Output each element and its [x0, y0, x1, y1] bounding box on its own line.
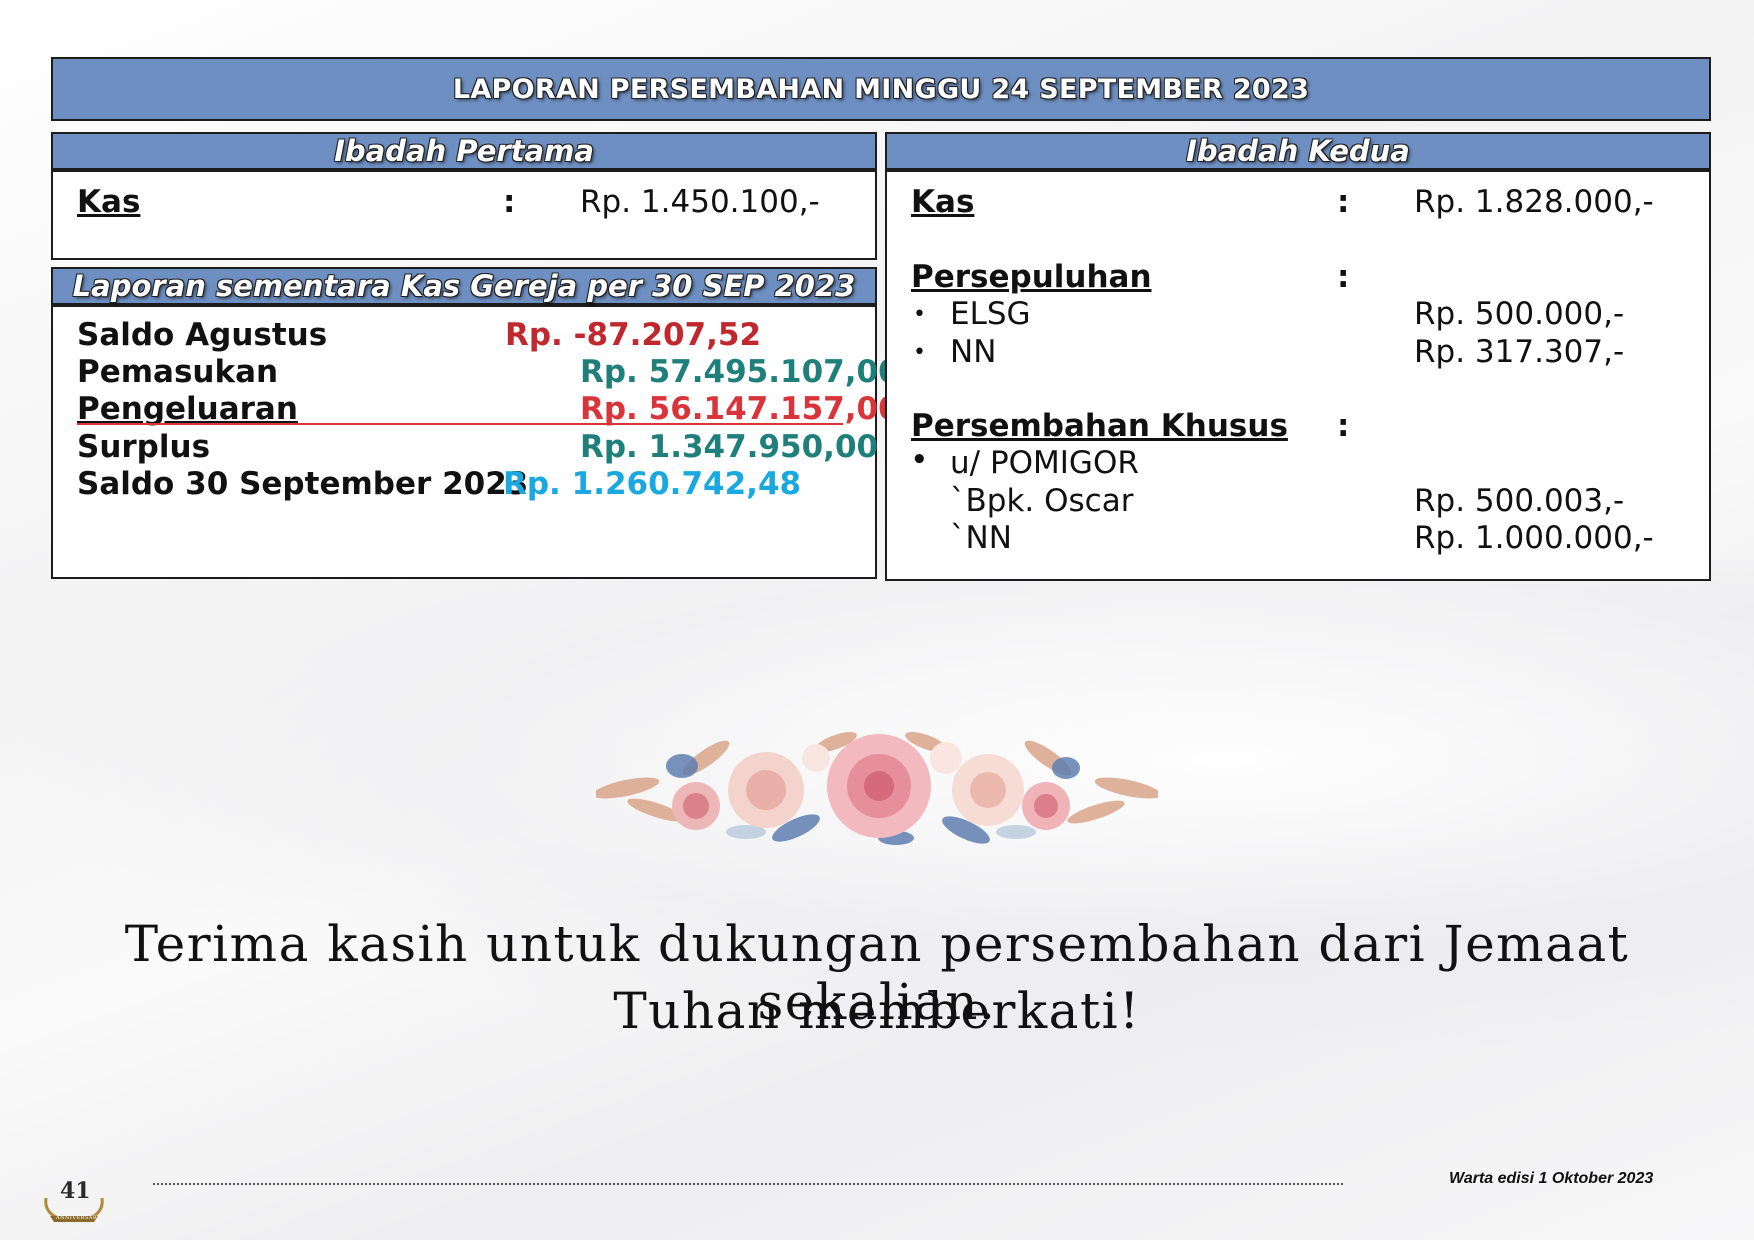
pengeluaran-label: Pengeluaran	[77, 391, 298, 427]
pemasukan-value: Rp. 57.495.107,00	[580, 354, 900, 390]
persepuluhan-label: Persepuluhan	[911, 259, 1152, 295]
saldo-agustus-value: Rp. -87.207,52	[505, 317, 762, 353]
ibadah-kedua-kas-colon: :	[1337, 184, 1350, 220]
ibadah-pertama-kas-colon: :	[503, 184, 516, 220]
pomigor-label: u/ POMIGOR	[950, 445, 1139, 481]
report-title-bar: LAPORAN PERSEMBAHAN MINGGU 24 SEPTEMBER …	[51, 57, 1711, 121]
ibadah-kedua-kas-label: Kas	[911, 184, 975, 220]
persepuluhan-bullet: •	[913, 340, 926, 365]
persepuluhan-colon: :	[1337, 259, 1350, 295]
subtotal-divider	[77, 423, 843, 425]
persembahan-khusus-label: Persembahan Khusus	[911, 408, 1288, 444]
ibadah-kedua-title: Ibadah Kedua	[1186, 134, 1410, 168]
kas-gereja-title: Laporan sementara Kas Gereja per 30 SEP …	[72, 269, 856, 303]
kas-gereja-header: Laporan sementara Kas Gereja per 30 SEP …	[51, 267, 877, 307]
persepuluhan-item-value: Rp. 500.000,-	[1414, 296, 1625, 332]
report-title: LAPORAN PERSEMBAHAN MINGGU 24 SEPTEMBER …	[452, 73, 1310, 105]
saldo-september-value: Rp. 1.260.742,48	[503, 466, 802, 502]
saldo-september-label: Saldo 30 September 2023	[77, 466, 529, 502]
persepuluhan-item-value: Rp. 317.307,-	[1414, 334, 1625, 370]
thanks-line-2: Tuhan memberkati!	[613, 982, 1141, 1040]
surplus-label: Surplus	[77, 429, 211, 465]
persembahan-khusus-colon: :	[1337, 408, 1350, 444]
kas-gereja-box: Saldo Agustus Rp. -87.207,52 Pemasukan R…	[51, 307, 900, 579]
pengeluaran-value: Rp. 56.147.157,00	[580, 391, 900, 427]
surplus-value: Rp. 1.347.950,00	[580, 429, 879, 465]
persepuluhan-item-name: ELSG	[950, 296, 1031, 332]
logo-text: ANNIVERSARY	[56, 1215, 101, 1221]
saldo-agustus-label: Saldo Agustus	[77, 317, 328, 353]
ibadah-kedua-box: Kas : Rp. 1.828.000,- Persepuluhan : • E…	[885, 172, 1711, 581]
ibadah-kedua-kas-value: Rp. 1.828.000,-	[1414, 184, 1654, 220]
khusus-item-name: `NN	[950, 520, 1012, 556]
flower-garland-image	[596, 732, 1158, 845]
ibadah-pertama-box: Kas : Rp. 1.450.100,-	[51, 172, 877, 260]
persepuluhan-item-name: NN	[950, 334, 997, 370]
ibadah-pertama-kas-label: Kas	[77, 184, 141, 220]
footer-dotted-line	[153, 1183, 1343, 1185]
footer-edition: Warta edisi 1 Oktober 2023	[1449, 1170, 1654, 1187]
persepuluhan-bullet: •	[913, 302, 926, 327]
anniversary-logo: 41 ANNIVERSARY	[40, 1178, 108, 1224]
ibadah-pertama-kas-value: Rp. 1.450.100,-	[580, 184, 820, 220]
khusus-item-value: Rp. 500.003,-	[1414, 483, 1625, 519]
ibadah-pertama-header: Ibadah Pertama	[51, 132, 877, 172]
khusus-item-value: Rp. 1.000.000,-	[1414, 520, 1654, 556]
pemasukan-label: Pemasukan	[77, 354, 279, 390]
ibadah-kedua-header: Ibadah Kedua	[885, 132, 1711, 172]
khusus-item-name: `Bpk. Oscar	[950, 483, 1134, 519]
pomigor-bullet: •	[911, 445, 928, 475]
ibadah-pertama-title: Ibadah Pertama	[334, 134, 594, 168]
logo-number: 41	[60, 1178, 91, 1204]
